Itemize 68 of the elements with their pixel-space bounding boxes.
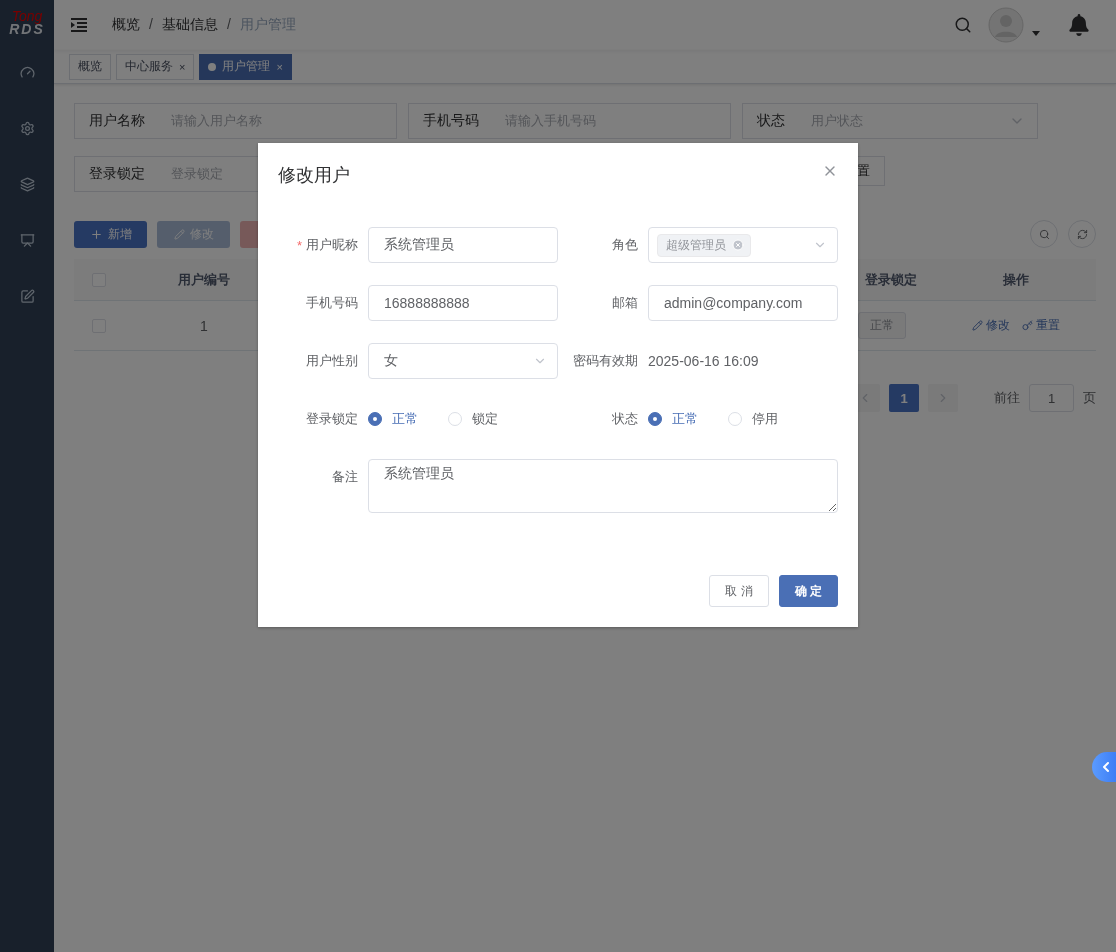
page-unit: 页 (1083, 389, 1096, 407)
field-label: 登录锁定 (306, 410, 358, 428)
refresh-button[interactable] (1068, 220, 1096, 248)
field-label: 邮箱 (612, 294, 638, 312)
select-field[interactable]: 女 (368, 343, 558, 379)
action-link[interactable]: 重置 (1022, 317, 1060, 334)
edit-icon[interactable] (19, 288, 35, 304)
close-tab-icon[interactable]: × (179, 60, 186, 73)
avatar-icon[interactable] (988, 7, 1024, 43)
field-label: 用户昵称 (306, 236, 358, 254)
page-tab[interactable]: 中心服务 × (116, 53, 195, 80)
pencil-icon (972, 320, 983, 331)
radio-option[interactable]: 正常 (648, 410, 698, 428)
text-input[interactable]: 16888888888 (368, 285, 558, 321)
field-label: 角色 (612, 236, 638, 254)
table-cell: 1 (200, 317, 208, 334)
radio-button[interactable] (648, 412, 662, 426)
dialog-title: 修改用户 (278, 164, 350, 187)
search-toggle-button[interactable] (1030, 220, 1058, 248)
remark-textarea[interactable]: 系统管理员 (368, 459, 838, 513)
column-header: 登录锁定 (865, 270, 917, 289)
notification-bell-icon[interactable] (1068, 14, 1090, 36)
search-icon (1038, 228, 1050, 240)
menu-icon[interactable] (70, 17, 88, 33)
select-field[interactable]: 超级管理员 (648, 227, 838, 263)
page-tab[interactable]: 概览 (69, 53, 111, 80)
page-input[interactable]: 1 (1029, 384, 1074, 412)
cancel-button[interactable]: 取 消 (709, 575, 769, 607)
field-label: 密码有效期 (573, 352, 638, 370)
page-button[interactable]: 1 (889, 384, 919, 412)
dot-icon (208, 62, 217, 71)
breadcrumb-item[interactable]: 概览 (112, 16, 140, 34)
radio-option[interactable]: 正常 (368, 410, 418, 428)
role-tag: 超级管理员 (657, 233, 751, 257)
goto-label: 前往 (994, 389, 1020, 407)
field-label: 状态 (612, 410, 638, 428)
expiry-value: 2025-06-16 16:09 (648, 353, 760, 369)
search-icon[interactable] (954, 16, 972, 34)
pencil-icon (173, 228, 185, 240)
caret-down-icon[interactable] (1032, 30, 1040, 36)
field-label: 用户性别 (306, 352, 358, 370)
confirm-button[interactable]: 确 定 (778, 575, 838, 607)
page-tab[interactable]: 用户管理 × (199, 53, 292, 80)
refresh-icon (1076, 228, 1088, 240)
text-input[interactable]: admin@company.com (648, 285, 838, 321)
action-link[interactable]: 修改 (972, 317, 1010, 334)
radio-option[interactable]: 锁定 (448, 410, 498, 428)
breadcrumb-item[interactable]: 基础信息 (161, 16, 218, 34)
close-tab-icon[interactable]: × (276, 60, 283, 73)
radio-button[interactable] (368, 412, 382, 426)
logo: Tong RDS (9, 7, 45, 39)
monitor-chart-icon[interactable] (19, 232, 35, 248)
breadcrumb-separator: / (149, 16, 153, 34)
remove-icon[interactable] (732, 239, 744, 251)
text-input[interactable]: 系统管理员 (368, 227, 558, 263)
column-header: 用户编号 (178, 270, 230, 289)
radio-option[interactable]: 停用 (728, 410, 778, 428)
plus-icon (89, 227, 103, 241)
toolbar-button[interactable]: 新增 (74, 220, 147, 248)
layers-icon[interactable] (19, 176, 35, 192)
key-icon (1022, 320, 1033, 331)
dashboard-icon[interactable] (19, 64, 35, 80)
breadcrumb-separator: / (226, 16, 231, 34)
field-label: 备注 (332, 468, 358, 486)
required-mark: * (296, 237, 302, 253)
column-header: 操作 (1003, 270, 1029, 289)
settings-icon[interactable] (19, 120, 35, 136)
field-label: 手机号码 (306, 294, 358, 312)
